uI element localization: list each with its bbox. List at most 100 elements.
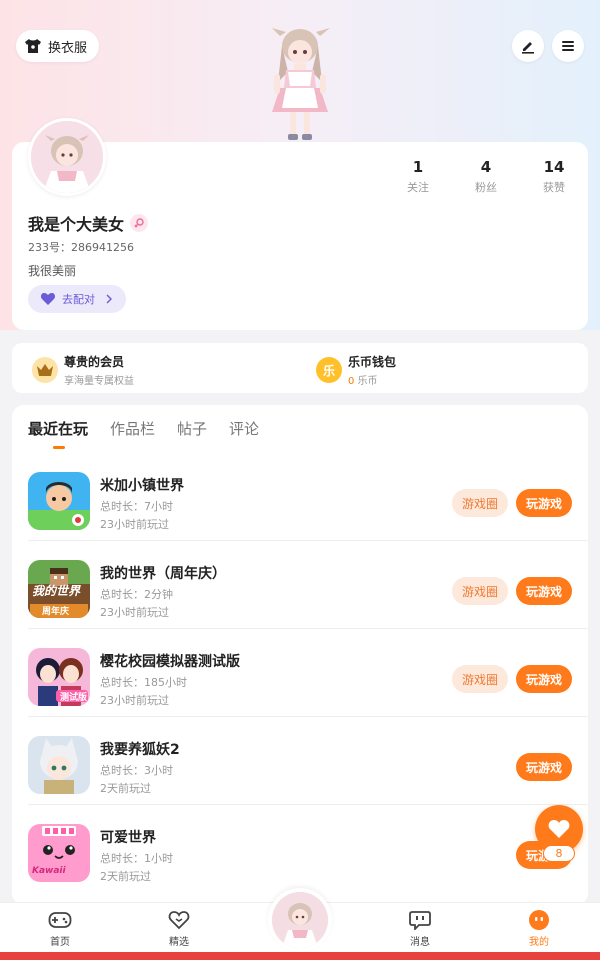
menu-button[interactable] (552, 30, 584, 62)
wallet-title: 乐币钱包 (348, 355, 397, 369)
gamepad-icon (48, 912, 72, 928)
game-duration: 总时长：3小时 (100, 764, 173, 777)
change-outfit-label: 换衣服 (48, 40, 88, 56)
center-avatar-button[interactable] (268, 888, 332, 952)
tab-recent[interactable]: 最近在玩 (28, 418, 88, 439)
edit-icon (522, 42, 534, 54)
female-icon (130, 214, 149, 232)
center-avatar-image (272, 892, 328, 948)
profile-face-icon (529, 910, 549, 930)
stat-following-label: 关注 (407, 181, 429, 194)
coin-glyph: 乐 (322, 363, 335, 378)
game-title: 可爱世界 (100, 830, 156, 846)
nav-mine[interactable]: 我的 (509, 909, 569, 948)
game-icon-fox (28, 736, 90, 794)
bottom-accent-bar (0, 952, 600, 960)
game-icon-minecraft: 我的世界 周年庆 (28, 560, 90, 618)
tab-works[interactable]: 作品栏 (110, 418, 155, 439)
pair-button-label: 去配对 (62, 293, 95, 306)
stat-following[interactable]: 1 关注 (384, 158, 452, 195)
wallet-entry[interactable]: 乐 乐币钱包 0 乐币 (316, 353, 396, 387)
game-circle-button[interactable]: 游戏圈 (452, 489, 508, 517)
user-bio: 我很美丽 (28, 264, 77, 278)
game-circle-button[interactable]: 游戏圈 (452, 577, 508, 605)
nav-mine-label: 我的 (529, 937, 549, 948)
game-last-played: 23小时前玩过 (100, 518, 169, 531)
game-row[interactable]: 我的世界 周年庆 我的世界（周年庆） 总时长：2分钟 23小时前玩过 游戏圈 玩… (12, 541, 588, 629)
change-outfit-button[interactable]: 换衣服 (16, 30, 100, 62)
member-entry[interactable]: 尊贵的会员 享海量专属权益 (32, 353, 134, 387)
stat-following-count: 1 (412, 158, 424, 176)
tab-bar: 最近在玩 作品栏 帖子 评论 (28, 418, 259, 439)
tab-active-indicator (53, 446, 65, 449)
nav-featured-label: 精选 (169, 937, 189, 948)
coin-icon: 乐 (316, 357, 342, 383)
member-title: 尊贵的会员 (64, 355, 125, 369)
avatar[interactable] (28, 118, 106, 196)
stat-fans-count: 4 (480, 158, 492, 176)
game-title: 米加小镇世界 (100, 478, 184, 494)
game-title: 樱花校园模拟器测试版 (100, 654, 240, 670)
game-duration: 总时长：185小时 (100, 676, 187, 689)
stat-fans-label: 粉丝 (475, 181, 497, 194)
username-text: 我是个大美女 (28, 215, 125, 234)
wallet-amount: 0 (348, 376, 355, 387)
game-last-played: 2天前玩过 (100, 870, 151, 883)
menu-icon (562, 41, 574, 51)
game-icon-text: Kawaii (32, 866, 66, 876)
game-icon-kawaii: Kawaii (28, 824, 90, 882)
stat-likes-label: 获赞 (543, 181, 565, 194)
nav-home-label: 首页 (50, 937, 70, 948)
play-game-button[interactable]: 玩游戏 (516, 489, 572, 517)
game-icon-text: 周年庆 (42, 607, 70, 617)
chevron-right-icon (106, 294, 112, 304)
crown-icon (32, 357, 58, 383)
nav-home[interactable]: 首页 (30, 909, 90, 948)
tab-posts[interactable]: 帖子 (177, 418, 207, 439)
like-count-badge: 8 (543, 845, 575, 862)
edit-button[interactable] (512, 30, 544, 62)
game-last-played: 23小时前玩过 (100, 606, 169, 619)
wallet-unit: 乐币 (357, 376, 378, 387)
game-title: 我要养狐妖2 (100, 742, 180, 758)
heart-pair-icon (40, 293, 56, 305)
pair-button[interactable]: 去配对 (28, 285, 126, 313)
game-duration: 总时长：2分钟 (100, 588, 173, 601)
game-row[interactable]: Kawaii 可爱世界 总时长：1小时 2天前玩过 玩游戏 (12, 805, 588, 893)
profile-stats: 1 关注 4 粉丝 14 获赞 (384, 158, 588, 195)
stat-likes-count: 14 (543, 158, 565, 176)
game-icon-text: 测试版 (60, 693, 88, 703)
member-subtitle: 享海量专属权益 (64, 376, 134, 387)
nav-messages-label: 消息 (410, 937, 430, 948)
tab-comments[interactable]: 评论 (229, 418, 259, 439)
game-icon-miga (28, 472, 90, 530)
play-game-button[interactable]: 玩游戏 (516, 665, 572, 693)
stat-likes[interactable]: 14 获赞 (520, 158, 588, 195)
game-row[interactable]: 测试版 樱花校园模拟器测试版 总时长：185小时 23小时前玩过 游戏圈 玩游戏 (12, 629, 588, 717)
game-row[interactable]: 米加小镇世界 总时长：7小时 23小时前玩过 游戏圈 玩游戏 (12, 453, 588, 541)
play-game-button[interactable]: 玩游戏 (516, 577, 572, 605)
wallet-balance: 0 乐币 (348, 372, 396, 387)
avatar-image (31, 121, 103, 193)
game-last-played: 23小时前玩过 (100, 694, 169, 707)
play-game-button[interactable]: 玩游戏 (516, 753, 572, 781)
game-duration: 总时长：7小时 (100, 500, 173, 513)
game-icon-text: 我的世界 (32, 584, 81, 598)
heart-outline-icon (168, 911, 190, 930)
stat-fans[interactable]: 4 粉丝 (452, 158, 520, 195)
shirt-icon (25, 39, 41, 53)
game-duration: 总时长：1小时 (100, 852, 173, 865)
game-last-played: 2天前玩过 (100, 782, 151, 795)
game-row[interactable]: 我要养狐妖2 总时长：3小时 2天前玩过 玩游戏 (12, 717, 588, 805)
username: 我是个大美女 (28, 211, 149, 235)
nav-featured[interactable]: 精选 (149, 909, 209, 948)
chat-icon (409, 911, 431, 930)
game-circle-button[interactable]: 游戏圈 (452, 665, 508, 693)
game-title: 我的世界（周年庆） (100, 566, 226, 582)
game-icon-sakura: 测试版 (28, 648, 90, 706)
heart-icon (548, 820, 570, 838)
user-id: 233号：286941256 (28, 241, 134, 254)
nav-messages[interactable]: 消息 (390, 909, 450, 948)
recent-games-card: 最近在玩 作品栏 帖子 评论 米加小镇世界 总时长：7小时 23小时前玩过 游戏… (12, 405, 588, 905)
avatar-figure[interactable] (258, 22, 342, 142)
